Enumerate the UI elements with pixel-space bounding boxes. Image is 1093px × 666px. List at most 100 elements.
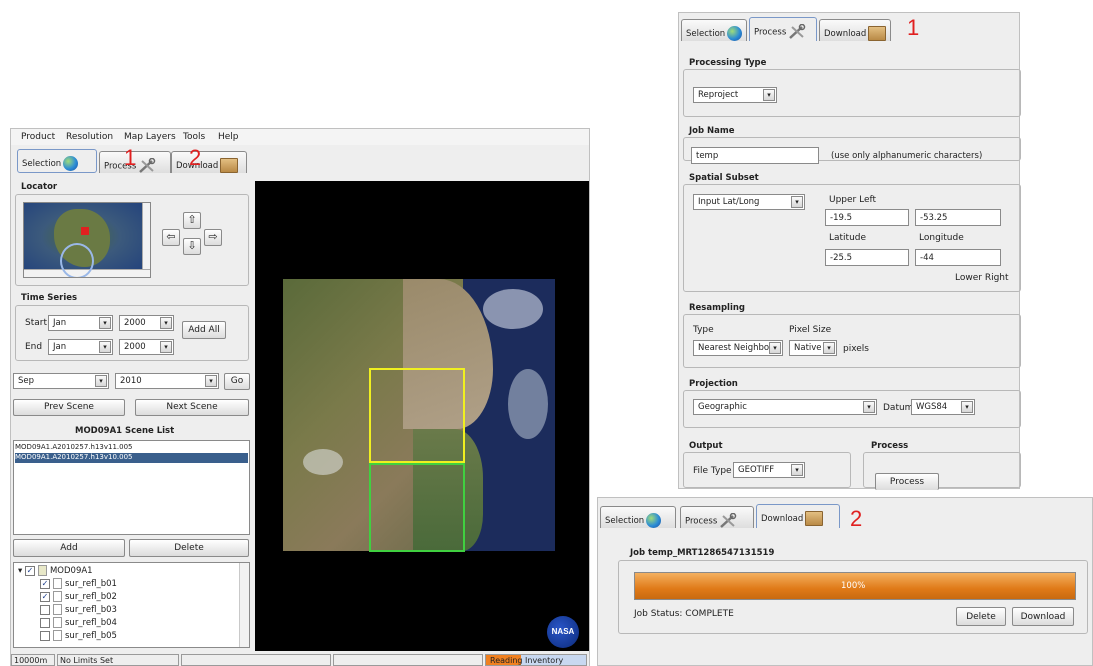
globe-icon [63,156,79,171]
scene-list-item[interactable]: MOD09A1.A2010257.h13v11.005 [15,443,248,453]
menu-bar: Product Resolution Map Layers Tools Help [11,129,589,145]
tab-selection-label: Selection [686,29,726,39]
pan-up-button[interactable]: ⇧ [183,212,201,229]
band-item[interactable]: ✓ sur_refl_b02 [40,591,117,602]
start-label: Start [25,318,47,328]
add-all-button[interactable]: Add All [182,321,226,339]
file-type-label: File Type [693,466,732,476]
file-icon [53,617,62,628]
lr-latitude-input[interactable]: -25.5 [825,249,909,266]
start-year-select[interactable]: 2000 ▾ [119,315,174,331]
menu-resolution[interactable]: Resolution [66,132,113,142]
tab-selection[interactable]: Selection [600,506,676,528]
menu-product[interactable]: Product [21,132,55,142]
projection-title: Projection [689,379,738,389]
callout-2: 2 [850,506,863,531]
latitude-label: Latitude [829,233,867,243]
tab-process[interactable]: Process [749,17,817,41]
band-item[interactable]: sur_refl_b04 [40,617,117,628]
lr-longitude-input[interactable]: -44 [915,249,1001,266]
job-title: Job temp_MRT1286547131519 [630,548,775,558]
status-field [181,654,331,666]
menu-tools[interactable]: Tools [183,132,205,142]
tab-selection[interactable]: Selection [17,149,97,173]
pan-down-button[interactable]: ⇩ [183,238,201,255]
processing-type-select[interactable]: Reproject ▾ [693,87,777,103]
upper-left-label: Upper Left [829,195,877,205]
scene-year-select[interactable]: 2010 ▾ [115,373,219,389]
limits-readout: No Limits Set [57,654,179,666]
map-view[interactable]: NASA [255,181,589,651]
download-panel: Selection Process Download 2 Job temp_MR… [597,497,1093,666]
tab-download[interactable]: Download [756,504,840,528]
subset-mode-select[interactable]: Input Lat/Long ▾ [693,194,805,210]
delete-button[interactable]: Delete [129,539,249,557]
scene-list-item-selected[interactable]: MOD09A1.A2010257.h13v10.005 [15,453,248,463]
go-button[interactable]: Go [224,373,250,390]
band-item[interactable]: ✓ sur_refl_b01 [40,578,117,589]
tab-download-label: Download [761,514,804,524]
time-series-title: Time Series [21,293,78,303]
globe-icon [727,26,743,41]
control-column: Locator ⇦ ⇧ ⇩ ⇨ Time Series Start Jan ▾ 2… [11,176,254,656]
tree-root[interactable]: ▾ ✓ MOD09A1 [18,565,93,576]
add-button[interactable]: Add [13,539,125,557]
scene-month-select[interactable]: Sep ▾ [13,373,109,389]
locator-map[interactable] [23,202,151,278]
pan-right-button[interactable]: ⇨ [204,229,222,246]
tools-icon [789,24,806,39]
datum-select[interactable]: WGS84 ▾ [911,399,975,415]
tree-scrollbar[interactable] [239,563,249,647]
scene-list: MOD09A1.A2010257.h13v11.005 MOD09A1.A201… [13,440,250,535]
job-progress-bar: 100% [634,572,1076,600]
file-type-select[interactable]: GEOTIFF ▾ [733,462,805,478]
pan-left-button[interactable]: ⇦ [162,229,180,246]
prev-scene-button[interactable]: Prev Scene [13,399,125,416]
job-name-hint: (use only alphanumeric characters) [831,151,983,161]
inventory-status: Reading Inventory [485,654,587,666]
ul-latitude-input[interactable]: -19.5 [825,209,909,226]
band-item[interactable]: sur_refl_b03 [40,604,117,615]
tools-icon [720,513,737,528]
menu-map-layers[interactable]: Map Layers [124,132,176,142]
tab-download[interactable]: Download [171,151,247,173]
menu-help[interactable]: Help [218,132,239,142]
job-name-title: Job Name [689,126,735,136]
tab-selection[interactable]: Selection [681,19,747,41]
callout-1: 1 [907,15,920,40]
tools-icon [139,158,156,173]
progress-label: 100% [841,581,866,591]
tab-download[interactable]: Download [819,19,891,41]
scene-list-title: MOD09A1 Scene List [75,426,175,436]
end-year-select[interactable]: 2000 ▾ [119,339,174,355]
tile-h13v10-outline[interactable] [369,368,465,463]
tab-selection-label: Selection [605,516,645,526]
pixel-size-select[interactable]: Native ▾ [789,340,837,356]
status-field [333,654,483,666]
band-item[interactable]: sur_refl_b05 [40,630,117,641]
end-month-select[interactable]: Jan ▾ [48,339,113,355]
globe-icon [646,513,662,528]
process-button[interactable]: Process [875,473,939,490]
package-icon [220,158,239,173]
next-scene-button[interactable]: Next Scene [135,399,249,416]
band-tree: ▾ ✓ MOD09A1 ✓ sur_refl_b01 ✓ sur_refl_b02 s… [13,562,250,648]
longitude-label: Longitude [919,233,964,243]
job-delete-button[interactable]: Delete [956,607,1006,626]
start-month-select[interactable]: Jan ▾ [48,315,113,331]
output-title: Output [689,441,723,451]
lower-right-label: Lower Right [955,273,1009,283]
job-name-input[interactable]: temp [691,147,819,164]
tile-h13v11-outline[interactable] [369,463,465,552]
tab-process[interactable]: Process [680,506,754,528]
resampling-type-select[interactable]: Nearest Neighbor ▾ [693,340,783,356]
job-download-button[interactable]: Download [1012,607,1074,626]
file-icon [53,604,62,615]
process-panel: Selection Process Download 1 Processing … [678,12,1021,490]
package-icon [868,26,887,41]
projection-select[interactable]: Geographic ▾ [693,399,877,415]
end-label: End [25,342,43,352]
ul-longitude-input[interactable]: -53.25 [915,209,1001,226]
file-icon [53,591,62,602]
file-icon [53,578,62,589]
